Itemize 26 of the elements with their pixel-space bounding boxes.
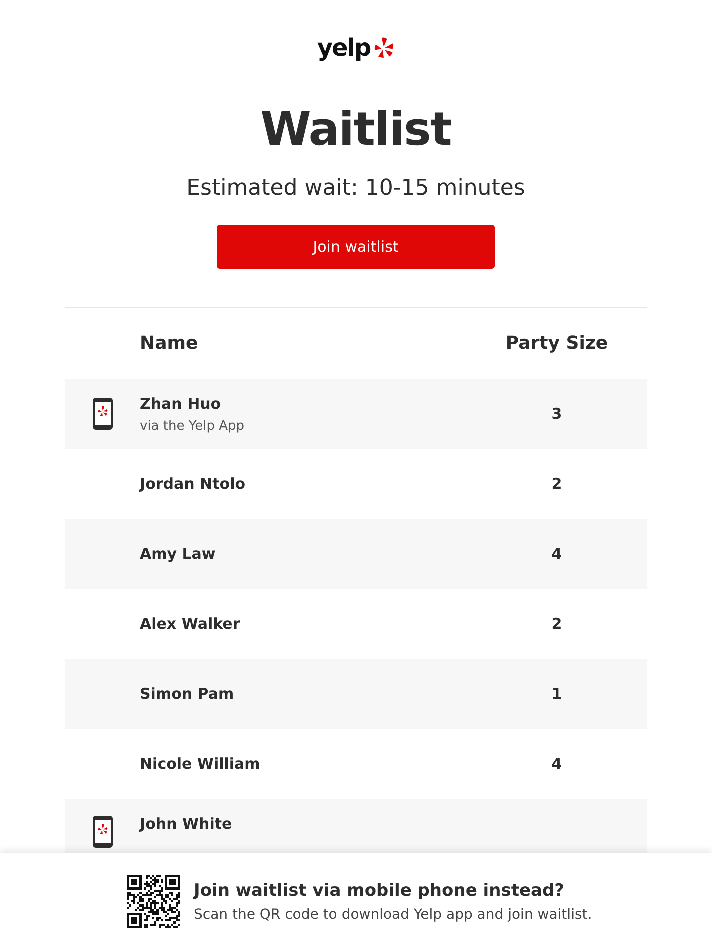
party-size: 4	[552, 545, 562, 563]
guest-name: John White	[140, 815, 234, 833]
column-header: Name	[140, 333, 200, 354]
column-header: Party Size	[506, 333, 608, 354]
qr-code	[127, 875, 180, 928]
party-size: 3	[552, 405, 562, 423]
guest-name: Nicole William	[140, 755, 262, 773]
logo-text: yelp	[317, 34, 371, 62]
guest-name: Amy Law	[140, 545, 217, 563]
party-size: 2	[552, 615, 562, 633]
phone-icon	[92, 397, 114, 431]
estimated-wait: Estimated wait: 10-15 minutes	[186, 176, 526, 201]
guest-name: Simon Pam	[140, 685, 236, 703]
guest-name: Zhan Huo	[140, 394, 222, 412]
party-size: 2	[552, 475, 562, 493]
footer-text: Scan the QR code to download Yelp app and join waitlist.	[194, 906, 592, 922]
party-size: 1	[552, 685, 562, 703]
guest-source: via the Yelp App	[140, 418, 246, 434]
guest-name: Alex Walker	[140, 615, 242, 633]
page-title: Waitlist	[260, 102, 452, 156]
burst-icon	[372, 37, 395, 59]
guest-name: Jordan Ntolo	[140, 475, 247, 493]
footer-heading: Join waitlist via mobile phone instead?	[194, 880, 566, 900]
join-waitlist-button[interactable]: Join waitlist	[217, 225, 495, 269]
phone-icon	[92, 815, 114, 849]
party-size: 4	[552, 755, 562, 773]
